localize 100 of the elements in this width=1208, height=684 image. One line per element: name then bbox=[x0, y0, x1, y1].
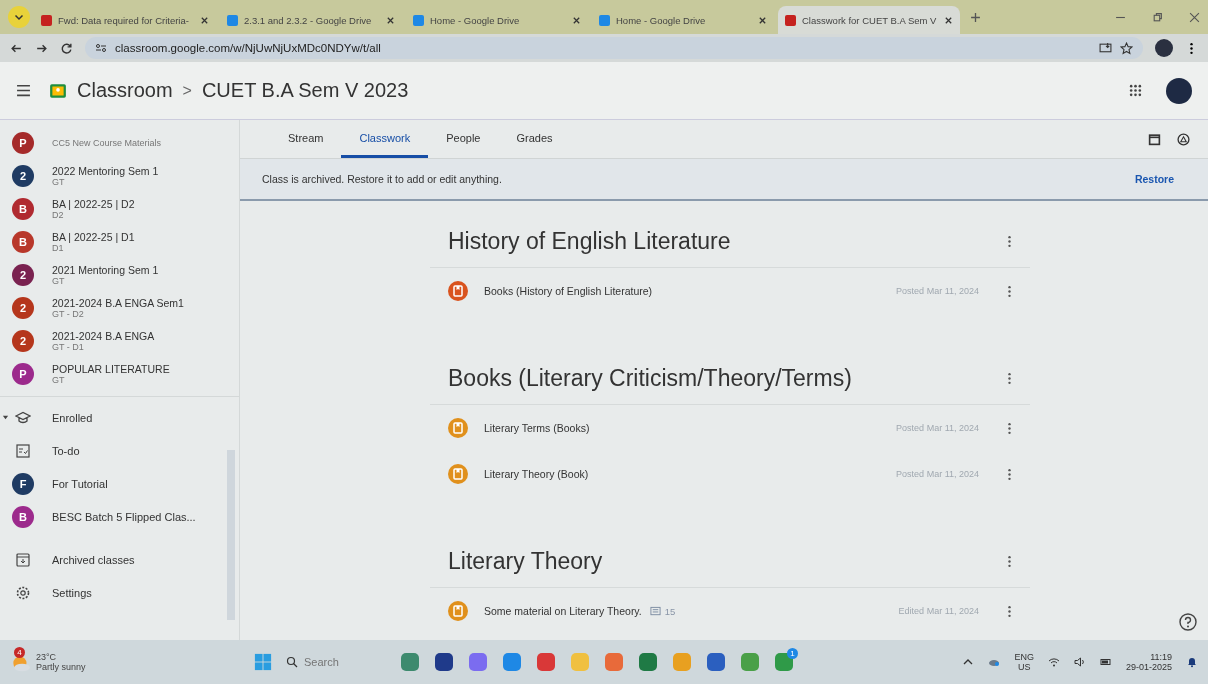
browser-tab[interactable]: 2.3.1 and 2.3.2 - Google Drive bbox=[220, 6, 402, 34]
breadcrumb-separator: > bbox=[182, 81, 192, 100]
more-icon[interactable] bbox=[1007, 284, 1012, 298]
class-item[interactable]: P CC5 New Course Materials bbox=[0, 126, 239, 159]
class-item[interactable]: F For Tutorial bbox=[0, 467, 239, 500]
menu-icon[interactable] bbox=[16, 84, 31, 97]
material-item[interactable]: Books (History of English Literature) Posted Mar 11, 2024 bbox=[430, 268, 1030, 314]
app-icon[interactable] bbox=[434, 652, 454, 672]
more-icon[interactable] bbox=[1007, 467, 1012, 481]
class-section: GT - D2 bbox=[52, 308, 184, 319]
class-section: GT - D1 bbox=[52, 341, 155, 352]
archived-classes-item[interactable]: Archived classes bbox=[0, 543, 239, 576]
close-icon[interactable] bbox=[758, 15, 767, 25]
clock[interactable]: 11:19 29-01-2025 bbox=[1125, 652, 1172, 672]
topic-title: Literary Theory bbox=[448, 547, 604, 575]
class-item[interactable]: B BA | 2022-25 | D2 D2 bbox=[0, 192, 239, 225]
material-title: Books (History of English Literature) bbox=[484, 285, 653, 297]
topic-title: History of English Literature bbox=[448, 227, 732, 255]
app-icon[interactable] bbox=[706, 652, 726, 672]
class-item[interactable]: B BA | 2022-25 | D1 D1 bbox=[0, 225, 239, 258]
language-indicator[interactable]: ENG US bbox=[1014, 652, 1034, 672]
class-item[interactable]: 2 2021 Mentoring Sem 1 GT bbox=[0, 258, 239, 291]
bookmark-star-icon[interactable] bbox=[1120, 41, 1133, 55]
more-icon[interactable] bbox=[1007, 554, 1012, 568]
favicon-icon bbox=[785, 14, 796, 26]
profile-avatar[interactable] bbox=[1155, 39, 1173, 57]
reload-icon[interactable] bbox=[60, 41, 73, 55]
help-icon[interactable] bbox=[1178, 612, 1198, 632]
material-item[interactable]: Literary Theory (Book) Posted Mar 11, 2024 bbox=[430, 451, 1030, 497]
search-icon bbox=[286, 656, 298, 668]
close-icon[interactable] bbox=[944, 15, 953, 25]
material-item[interactable]: Some material on Literary Theory. 15 Edited Mar 11, 2024 bbox=[430, 588, 1030, 634]
temperature: 23°C bbox=[36, 652, 58, 662]
browser-tab[interactable]: Home - Google Drive bbox=[406, 6, 588, 34]
close-icon[interactable] bbox=[572, 15, 581, 25]
class-item[interactable]: 2 2021-2024 B.A ENGA GT - D1 bbox=[0, 324, 239, 357]
comment-icon bbox=[649, 605, 661, 617]
more-icon[interactable] bbox=[1007, 421, 1012, 435]
tab-title: Home - Google Drive bbox=[430, 14, 521, 26]
new-tab-icon[interactable] bbox=[970, 11, 981, 23]
browser-tab[interactable]: Classwork for CUET B.A Sem V bbox=[778, 6, 960, 34]
address-field[interactable]: classroom.google.com/w/NjUwNjUxMDc0NDYw/t/all bbox=[85, 37, 1143, 59]
class-item[interactable]: 2 2022 Mentoring Sem 1 GT bbox=[0, 159, 239, 192]
class-avatar: B bbox=[12, 230, 34, 253]
material-title: Literary Terms (Books) bbox=[484, 422, 590, 434]
calendar-icon[interactable] bbox=[1148, 132, 1161, 146]
more-icon[interactable] bbox=[1007, 604, 1012, 618]
class-name: BA | 2022-25 | D2 bbox=[52, 197, 135, 210]
posted-date: Edited Mar 11, 2024 bbox=[898, 606, 979, 616]
start-icon[interactable] bbox=[254, 653, 272, 671]
close-icon[interactable] bbox=[1189, 11, 1200, 23]
app-title[interactable]: Classroom bbox=[77, 79, 173, 102]
page-tab[interactable]: Stream bbox=[270, 120, 342, 158]
wifi-icon[interactable] bbox=[1047, 656, 1060, 668]
drive-folder-icon[interactable] bbox=[1177, 132, 1190, 146]
class-section: CC5 New Course Materials bbox=[52, 137, 162, 148]
class-name: 2021-2024 B.A ENGA bbox=[52, 329, 155, 342]
app-icon[interactable] bbox=[638, 652, 658, 672]
restore-button[interactable]: Restore bbox=[1134, 169, 1174, 189]
posted-date: Posted Mar 11, 2024 bbox=[896, 286, 979, 296]
tab-title: Home - Google Drive bbox=[616, 14, 707, 26]
browser-tab[interactable]: Home - Google Drive bbox=[592, 6, 774, 34]
class-name: BA | 2022-25 | D1 bbox=[52, 230, 135, 243]
battery-icon[interactable] bbox=[1099, 656, 1112, 668]
browser-tab[interactable]: Fwd: Data required for Criteria- bbox=[34, 6, 216, 34]
todo-item[interactable]: To-do bbox=[0, 434, 239, 467]
page-tab[interactable]: People bbox=[428, 120, 499, 158]
settings-item[interactable]: Settings bbox=[0, 576, 239, 609]
material-title: Some material on Literary Theory. bbox=[484, 605, 642, 617]
class-item[interactable]: P POPULAR LITERATURE GT bbox=[0, 357, 239, 390]
tab-search-button[interactable] bbox=[8, 6, 30, 28]
class-avatar: 2 bbox=[12, 263, 34, 286]
speaker-icon[interactable] bbox=[1073, 656, 1086, 668]
class-name: 2022 Mentoring Sem 1 bbox=[52, 164, 159, 177]
install-icon[interactable] bbox=[1099, 41, 1112, 55]
more-icon[interactable] bbox=[1007, 371, 1012, 385]
restore-icon[interactable] bbox=[1152, 11, 1163, 23]
bell-icon[interactable] bbox=[1186, 656, 1198, 668]
profile-avatar[interactable] bbox=[1166, 77, 1192, 104]
close-icon[interactable] bbox=[200, 15, 209, 25]
close-icon[interactable] bbox=[386, 15, 395, 25]
settings-icon bbox=[15, 584, 31, 601]
class-section: GT bbox=[52, 374, 170, 385]
class-item[interactable]: B BESC Batch 5 Flipped Clas... bbox=[0, 500, 239, 533]
page-tab[interactable]: Grades bbox=[498, 120, 571, 158]
apps-grid-icon[interactable] bbox=[1129, 84, 1142, 97]
notification-badge: 4 bbox=[14, 647, 25, 658]
class-avatar: B bbox=[12, 197, 34, 220]
posted-date: Posted Mar 11, 2024 bbox=[896, 469, 979, 479]
comment-count: 15 bbox=[664, 605, 676, 617]
taskbar-search-field[interactable]: Search bbox=[304, 656, 374, 668]
enrolled-section[interactable]: Enrolled bbox=[0, 401, 239, 434]
graduation-cap-icon bbox=[15, 409, 31, 426]
class-avatar: 2 bbox=[12, 329, 34, 352]
scrollbar[interactable] bbox=[227, 450, 235, 620]
more-icon[interactable] bbox=[1007, 234, 1012, 248]
class-item[interactable]: 2 2021-2024 B.A ENGA Sem1 GT - D2 bbox=[0, 291, 239, 324]
tab-title: Classwork for CUET B.A Sem V bbox=[802, 14, 938, 26]
material-item[interactable]: Literary Terms (Books) Posted Mar 11, 2024 bbox=[430, 405, 1030, 451]
app-icon[interactable] bbox=[536, 652, 556, 672]
